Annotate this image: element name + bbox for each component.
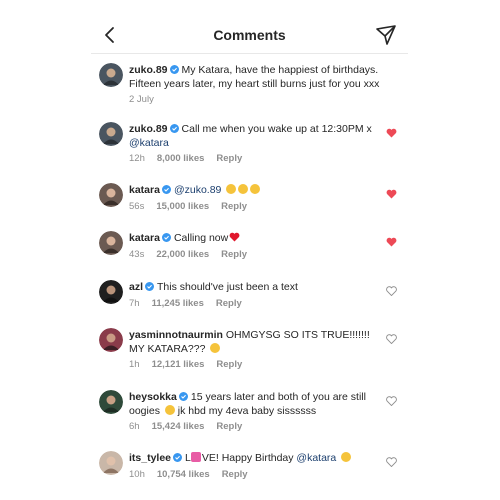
verified-badge-icon — [169, 65, 179, 74]
header-bar: Comments — [91, 17, 408, 54]
likes-count[interactable]: 10,754 likes — [157, 469, 210, 480]
likes-count[interactable]: 15,424 likes — [152, 421, 205, 432]
verified-badge-icon — [161, 233, 171, 242]
reply-button[interactable]: Reply — [221, 201, 247, 212]
comment-username[interactable]: yasminnotnaurmin — [129, 329, 223, 341]
avatar[interactable] — [99, 451, 123, 475]
grimace-emoji-icon — [238, 184, 249, 194]
comment-text: VE! Happy Birthday — [201, 452, 297, 464]
mention-link[interactable]: @zuko.89 — [174, 184, 221, 196]
liked-heart-icon[interactable] — [386, 237, 397, 247]
reply-button[interactable]: Reply — [216, 421, 242, 432]
likes-count[interactable]: 11,245 likes — [152, 298, 204, 309]
comments-screen: Comments zuko.89 My Katara, have the happ… — [91, 17, 408, 500]
avatar[interactable] — [99, 63, 123, 87]
comment-text-continued: jk hbd my 4eva baby sissssss — [174, 404, 317, 417]
zany-emoji-icon — [164, 404, 175, 415]
comment-username[interactable]: its_tylee — [129, 452, 171, 464]
comment-time: 56s — [129, 200, 145, 212]
verified-badge-icon — [161, 185, 171, 194]
pink-heart-emoji-icon — [190, 452, 201, 462]
liked-heart-icon[interactable] — [386, 189, 397, 199]
avatar[interactable] — [99, 328, 123, 352]
pleading-emoji-icon — [210, 342, 221, 353]
heart-outline-icon[interactable] — [386, 334, 397, 344]
reply-button[interactable]: Reply — [216, 153, 242, 164]
likes-count[interactable]: 15,000 likes — [156, 201, 209, 212]
comment-time: 6h — [129, 421, 140, 432]
verified-badge-icon — [173, 453, 183, 462]
comment-time: 12h — [129, 153, 145, 164]
heart-outline-icon[interactable] — [386, 286, 397, 296]
comment-text: Calling now — [173, 232, 229, 244]
comment-text: Call me when you wake up at 12:30PM x — [181, 123, 372, 135]
send-icon[interactable] — [375, 24, 397, 46]
heart-outline-icon[interactable] — [386, 457, 397, 467]
comment-username[interactable]: zuko.89 — [129, 123, 168, 135]
red-heart-emoji-icon — [229, 232, 240, 242]
avatar[interactable] — [99, 122, 123, 146]
comment-time: 2 July — [129, 94, 154, 105]
verified-badge-icon — [145, 282, 155, 291]
heart-outline-icon[interactable] — [386, 396, 397, 406]
likes-count[interactable]: 12,121 likes — [152, 359, 205, 370]
mention-link[interactable]: @katara — [296, 452, 336, 464]
comment-username[interactable]: azl — [129, 281, 143, 293]
page-title: Comments — [213, 27, 286, 43]
comment-username[interactable]: zuko.89 — [129, 64, 168, 76]
reply-button[interactable]: Reply — [216, 359, 242, 370]
reply-button[interactable]: Reply — [221, 249, 247, 260]
mention-link[interactable]: @katara — [129, 137, 169, 149]
avatar[interactable] — [99, 390, 123, 414]
comment-time: 1h — [129, 359, 140, 370]
reply-button[interactable]: Reply — [222, 469, 248, 480]
avatar[interactable] — [99, 231, 123, 255]
likes-count[interactable]: 8,000 likes — [157, 153, 205, 164]
smiling-hearts-emoji-icon — [341, 452, 352, 462]
verified-badge-icon — [169, 124, 179, 133]
likes-count[interactable]: 22,000 likes — [156, 249, 209, 260]
comment-text-prefix: L — [185, 452, 191, 464]
comment-username[interactable]: katara — [129, 232, 160, 244]
comment-text: This should've just been a text — [157, 281, 298, 293]
grimace-emoji-icon — [226, 184, 237, 194]
comment-time: 43s — [129, 248, 145, 260]
avatar[interactable] — [99, 183, 123, 207]
verified-badge-icon — [178, 392, 188, 401]
liked-heart-icon[interactable] — [386, 128, 397, 138]
comment-username[interactable]: heysokka — [129, 391, 177, 403]
grimace-emoji-icon — [250, 184, 261, 194]
comment-time: 10h — [129, 468, 145, 480]
comment-time: 7h — [129, 297, 140, 309]
reply-button[interactable]: Reply — [216, 298, 242, 309]
comment-username[interactable]: katara — [129, 184, 160, 196]
avatar[interactable] — [99, 280, 123, 304]
